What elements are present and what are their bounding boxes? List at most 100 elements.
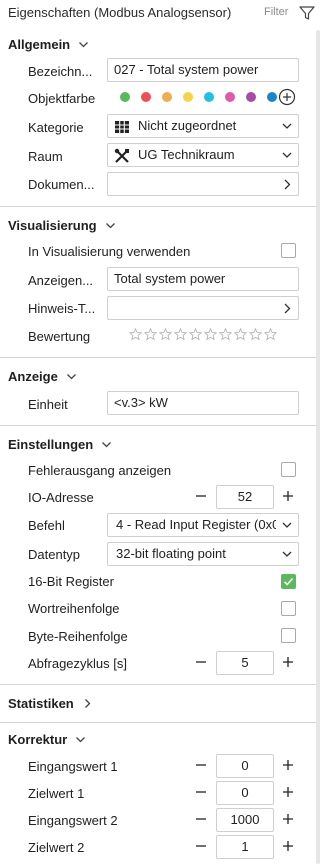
section-einstellungen-header[interactable]: Einstellungen bbox=[8, 437, 112, 452]
color-swatch[interactable] bbox=[225, 92, 235, 102]
star-icon[interactable] bbox=[189, 328, 202, 341]
wortreihenfolge-checkbox[interactable] bbox=[281, 601, 296, 616]
minus-icon[interactable] bbox=[194, 489, 208, 503]
raum-select[interactable]: UG Technikraum bbox=[107, 143, 299, 167]
kategorie-select[interactable]: Nicht zugeordnet bbox=[107, 114, 299, 138]
star-icon[interactable] bbox=[129, 328, 142, 341]
eingangswert-1-input[interactable]: 0 bbox=[216, 754, 274, 778]
plus-icon[interactable] bbox=[281, 489, 295, 503]
category-grid-icon bbox=[115, 121, 129, 133]
minus-icon[interactable] bbox=[194, 812, 208, 826]
byte-reihenfolge-checkbox[interactable] bbox=[281, 628, 296, 643]
dokumente-field[interactable] bbox=[107, 172, 299, 196]
plus-icon[interactable] bbox=[281, 785, 295, 799]
zielwert-2-label: Zielwert 2 bbox=[28, 840, 85, 855]
chevron-down-icon bbox=[79, 42, 89, 48]
objektfarbe-label: Objektfarbe bbox=[28, 91, 96, 106]
zielwert-1-input[interactable]: 0 bbox=[216, 781, 274, 805]
section-visualisierung-header[interactable]: Visualisierung bbox=[8, 218, 116, 233]
star-icon[interactable] bbox=[204, 328, 217, 341]
section-korrektur-title: Korrektur bbox=[8, 732, 68, 747]
befehl-value: 4 - Read Input Register (0x04) bbox=[116, 517, 276, 532]
chevron-down-icon bbox=[282, 152, 292, 158]
hinweis-label: Hinweis-T... bbox=[28, 301, 96, 316]
raum-value: UG Technikraum bbox=[138, 147, 235, 162]
raum-label: Raum bbox=[28, 149, 63, 164]
section-anzeige-header[interactable]: Anzeige bbox=[8, 369, 77, 384]
section-divider bbox=[0, 425, 316, 426]
filter-label[interactable]: Filter bbox=[264, 6, 288, 18]
einheit-input[interactable]: <v.3> kW bbox=[107, 391, 299, 415]
16-bit-register-label: 16-Bit Register bbox=[28, 574, 114, 589]
section-statistiken-title: Statistiken bbox=[8, 696, 74, 711]
byte-reihenfolge-label: Byte-Reihenfolge bbox=[28, 629, 128, 644]
chevron-right-icon bbox=[284, 179, 291, 190]
star-icon[interactable] bbox=[174, 328, 187, 341]
anzeigename-input[interactable]: Total system power bbox=[107, 267, 299, 291]
color-swatch[interactable] bbox=[162, 92, 172, 102]
color-swatch[interactable] bbox=[120, 92, 130, 102]
eingangswert-2-label: Eingangswert 2 bbox=[28, 813, 118, 828]
datentyp-label: Datentyp bbox=[28, 547, 81, 562]
color-swatch[interactable] bbox=[141, 92, 151, 102]
einheit-label: Einheit bbox=[28, 397, 68, 412]
anzeigename-label: Anzeigen... bbox=[28, 273, 94, 288]
fehlerausgang-label: Fehlerausgang anzeigen bbox=[28, 463, 172, 478]
eingangswert-1-label: Eingangswert 1 bbox=[28, 759, 118, 774]
star-icon[interactable] bbox=[249, 328, 262, 341]
star-icon[interactable] bbox=[144, 328, 157, 341]
abfragezyklus-input[interactable]: 5 bbox=[216, 651, 274, 675]
color-swatch[interactable] bbox=[267, 92, 277, 102]
datentyp-select[interactable]: 32-bit floating point bbox=[107, 542, 299, 566]
plus-icon[interactable] bbox=[281, 839, 295, 853]
fehlerausgang-checkbox[interactable] bbox=[281, 462, 296, 477]
eingangswert-2-input[interactable]: 1000 bbox=[216, 808, 274, 832]
io-adresse-input[interactable]: 52 bbox=[216, 485, 274, 509]
zielwert-2-input[interactable]: 1 bbox=[216, 835, 274, 859]
rating-stars[interactable] bbox=[129, 328, 277, 341]
minus-icon[interactable] bbox=[194, 655, 208, 669]
wortreihenfolge-label: Wortreihenfolge bbox=[28, 601, 120, 616]
chevron-right-icon bbox=[84, 699, 91, 708]
star-icon[interactable] bbox=[159, 328, 172, 341]
section-divider bbox=[0, 206, 316, 207]
add-color-icon[interactable] bbox=[278, 88, 296, 106]
minus-icon[interactable] bbox=[194, 785, 208, 799]
color-swatch[interactable] bbox=[246, 92, 256, 102]
kategorie-label: Kategorie bbox=[28, 120, 84, 135]
minus-icon[interactable] bbox=[194, 758, 208, 772]
section-visualisierung-title: Visualisierung bbox=[8, 218, 97, 233]
zielwert-1-label: Zielwert 1 bbox=[28, 786, 85, 801]
section-statistiken-header[interactable]: Statistiken bbox=[8, 696, 93, 711]
plus-icon[interactable] bbox=[281, 758, 295, 772]
chevron-right-icon bbox=[284, 303, 291, 314]
chevron-down-icon bbox=[105, 223, 115, 229]
star-icon[interactable] bbox=[264, 328, 277, 341]
filter-icon[interactable] bbox=[298, 4, 316, 22]
bewertung-label: Bewertung bbox=[28, 329, 91, 344]
panel-header: Eigenschaften (Modbus Analogsensor) Filt… bbox=[0, 0, 322, 26]
in-visualisierung-checkbox[interactable] bbox=[281, 243, 296, 258]
minus-icon[interactable] bbox=[194, 839, 208, 853]
section-korrektur-header[interactable]: Korrektur bbox=[8, 732, 86, 747]
section-divider bbox=[0, 722, 316, 723]
color-swatch[interactable] bbox=[204, 92, 214, 102]
bezeichnung-input[interactable]: 027 - Total system power bbox=[107, 58, 299, 82]
color-swatch[interactable] bbox=[183, 92, 193, 102]
star-icon[interactable] bbox=[219, 328, 232, 341]
befehl-label: Befehl bbox=[28, 518, 65, 533]
color-swatches bbox=[120, 90, 288, 104]
chevron-down-icon bbox=[282, 522, 292, 528]
chevron-down-icon bbox=[102, 442, 112, 448]
scrollbar[interactable] bbox=[316, 30, 320, 864]
16-bit-register-checkbox[interactable] bbox=[281, 574, 296, 589]
plus-icon[interactable] bbox=[281, 812, 295, 826]
section-allgemein-header[interactable]: Allgemein bbox=[8, 37, 89, 52]
section-allgemein-title: Allgemein bbox=[8, 37, 71, 52]
star-icon[interactable] bbox=[234, 328, 247, 341]
befehl-select[interactable]: 4 - Read Input Register (0x04) bbox=[107, 513, 299, 537]
tools-icon bbox=[114, 148, 129, 163]
datentyp-value: 32-bit floating point bbox=[116, 546, 226, 561]
plus-icon[interactable] bbox=[281, 655, 295, 669]
hinweis-field[interactable] bbox=[107, 296, 299, 320]
